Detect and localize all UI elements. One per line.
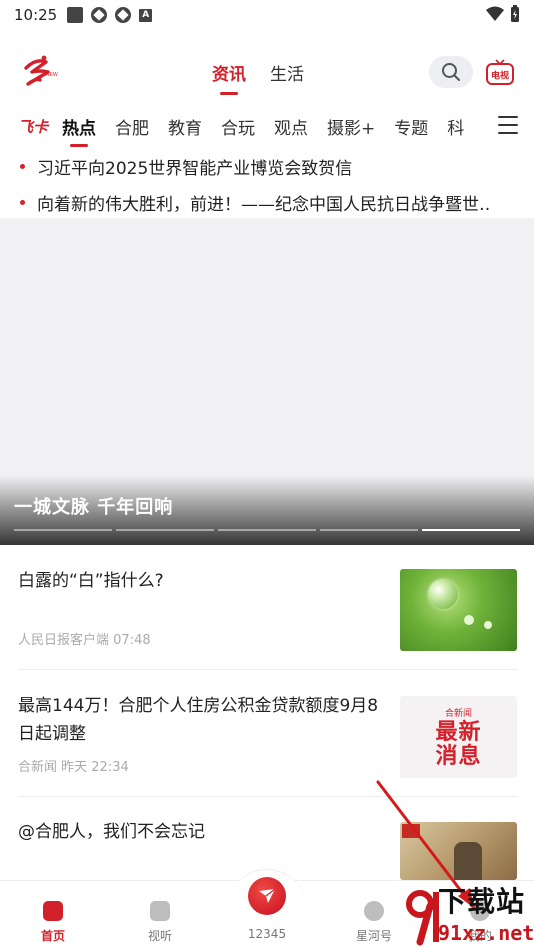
system-icons <box>486 5 520 23</box>
news-title: 白露的“白”指什么? <box>18 571 164 591</box>
headline-text: 向着新的伟大胜利，前进！——纪念中国人民抗日战争暨世‥ <box>37 194 491 215</box>
nav-label: 星河号 <box>355 929 392 943</box>
news-title: @合肥人，我们不会忘记 <box>18 822 205 842</box>
watermark-line2: 91xz.net <box>438 921 534 945</box>
channel-topics[interactable]: 专题 <box>394 114 428 139</box>
headline-list: 习近平向2025世界智能产业博览会致贺信 向着新的伟大胜利，前进！——纪念中国人… <box>0 148 534 220</box>
paper-plane-icon <box>259 888 276 903</box>
news-item[interactable]: 最高144万！合肥个人住房公积金贷款额度9月8日起调整 合新闻 昨天 22:34… <box>18 690 518 782</box>
divider <box>18 796 518 797</box>
nav-12345-button[interactable] <box>248 877 286 915</box>
feika-label[interactable]: 飞卡 <box>18 116 48 137</box>
notification-icons: A <box>67 7 153 23</box>
top-tabs: 资讯 生活 <box>212 60 304 95</box>
pager-segment-active <box>422 529 520 531</box>
divider <box>18 669 518 670</box>
headline-item[interactable]: 习近平向2025世界智能产业博览会致贺信 <box>0 148 534 184</box>
pager-segment <box>116 529 214 531</box>
banner-pager <box>14 529 520 531</box>
notification-a-icon: A <box>139 8 153 22</box>
news-source: 合新闻 <box>18 760 58 775</box>
play-icon <box>150 901 170 921</box>
news-thumbnail <box>400 569 517 651</box>
thumb-headline: 最新 <box>435 719 482 745</box>
news-thumbnail <box>400 822 517 880</box>
notification-app-icon <box>91 7 108 23</box>
thumb-headline: 消息 <box>435 743 482 769</box>
news-meta: 人民日报客户端 07:48 <box>18 629 151 648</box>
watermark-line1: 下载站 <box>438 885 526 918</box>
search-icon <box>442 63 460 81</box>
banner-carousel[interactable]: 一城文脉 千年回响 <box>0 218 534 545</box>
battery-icon <box>511 5 519 22</box>
tv-label: 电视 <box>491 70 509 82</box>
pager-segment <box>14 529 112 531</box>
tab-news[interactable]: 资讯 <box>212 60 246 95</box>
banner-caption: 一城文脉 千年回响 <box>14 497 174 518</box>
nav-label[interactable]: 12345 <box>227 927 307 941</box>
status-time: 10:25 <box>14 6 58 24</box>
nav-video[interactable]: 视听 <box>120 901 200 944</box>
watermark-logo: 下载站 91xz.net <box>438 885 534 946</box>
headline-item[interactable]: 向着新的伟大胜利，前进！——纪念中国人民抗日战争暨世‥ <box>0 184 534 220</box>
channel-hot[interactable]: 热点 <box>62 114 96 147</box>
channel-photo[interactable]: 摄影+ <box>327 114 375 139</box>
nav-label: 首页 <box>40 929 65 943</box>
channel-menu-icon[interactable] <box>498 116 518 134</box>
channel-hefei[interactable]: 合肥 <box>115 114 149 139</box>
dewdrop-small <box>484 621 492 629</box>
news-thumbnail: 合新闻 最新 消息 <box>400 696 517 778</box>
pager-segment <box>320 529 418 531</box>
app-logo-icon[interactable]: NEWS <box>18 52 58 92</box>
search-button[interactable] <box>429 56 473 88</box>
nav-home[interactable]: 首页 <box>13 901 93 944</box>
bullet-dot <box>20 199 25 205</box>
thumb-brand: 合新闻 <box>444 708 472 719</box>
news-meta: 合新闻 昨天 22:34 <box>18 756 129 775</box>
planet-icon <box>364 901 384 921</box>
nav-label: 视听 <box>147 929 172 943</box>
app-header: NEWS 资讯 生活 电视 <box>0 48 534 98</box>
dewdrop-icon <box>428 579 458 609</box>
news-time: 昨天 22:34 <box>61 760 129 775</box>
wifi-icon <box>486 6 504 21</box>
pager-segment <box>218 529 316 531</box>
svg-text:NEWS: NEWS <box>46 72 58 78</box>
tv-icon: 电视 <box>486 59 514 85</box>
flag-icon <box>402 824 420 838</box>
channel-sci[interactable]: 科 <box>447 114 464 139</box>
watermark-91-icon <box>406 890 439 946</box>
notification-square-icon <box>67 7 84 23</box>
soldier-figure-icon <box>454 842 482 880</box>
dewdrop-small <box>464 615 474 625</box>
status-bar: 10:25 A <box>0 0 534 30</box>
news-time: 07:48 <box>113 633 151 648</box>
channel-opinion[interactable]: 观点 <box>274 114 308 139</box>
home-icon <box>43 901 63 921</box>
tab-life[interactable]: 生活 <box>270 60 304 91</box>
headline-text: 习近平向2025世界智能产业博览会致贺信 <box>37 158 353 179</box>
news-title: 最高144万！合肥个人住房公积金贷款额度9月8日起调整 <box>18 696 379 744</box>
tv-button[interactable]: 电视 <box>484 56 516 88</box>
news-item[interactable]: 白露的“白”指什么? 人民日报客户端 07:48 <box>18 563 518 655</box>
nav-xinghe[interactable]: 星河号 <box>334 901 414 944</box>
channel-education[interactable]: 教育 <box>168 114 202 139</box>
channel-hewan[interactable]: 合玩 <box>221 114 255 139</box>
news-source: 人民日报客户端 <box>18 633 110 648</box>
channel-tabs: 飞卡 热点 合肥 教育 合玩 观点 摄影+ 专题 科 <box>0 108 534 147</box>
bullet-dot <box>20 163 25 169</box>
notification-app-icon-2 <box>115 7 132 23</box>
